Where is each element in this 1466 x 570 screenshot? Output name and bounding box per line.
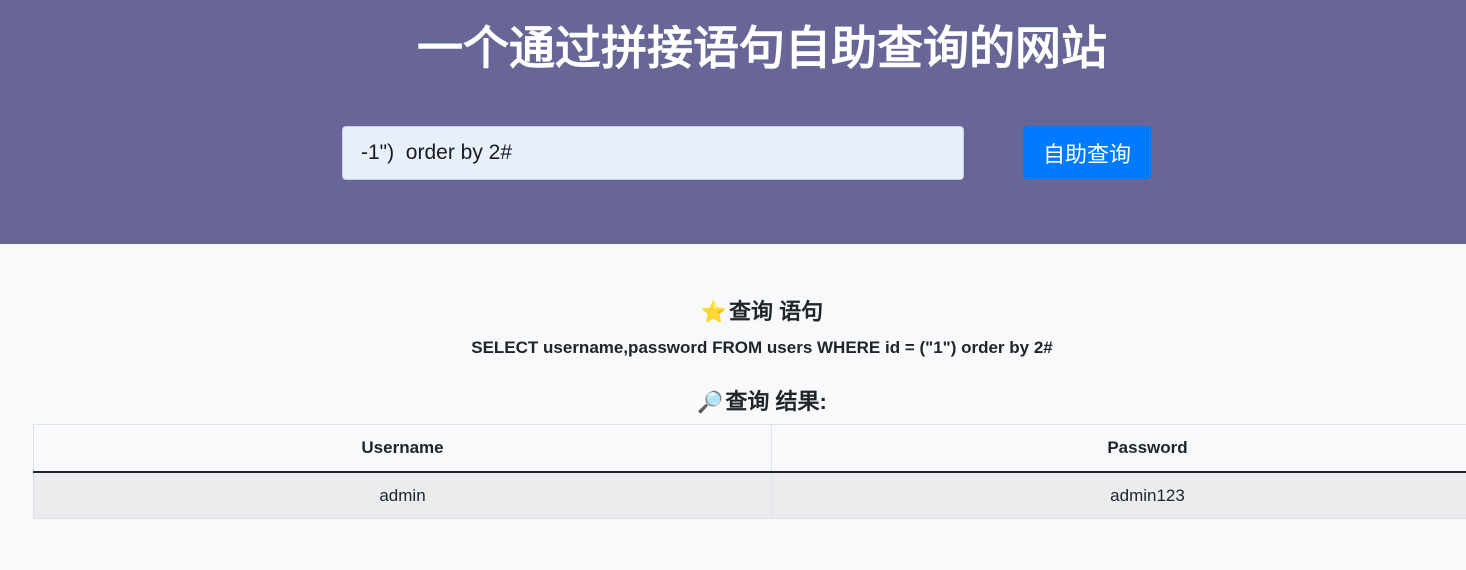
result-section-heading: 🔎查询 结果: [0,387,1466,418]
magnifier-icon: 🔎 [697,391,724,414]
result-section-title: 查询 结果: [725,389,827,414]
sql-section-title: 查询 语句 [729,299,824,324]
column-header-username: Username [33,424,772,473]
cell-password: admin123 [771,471,1466,519]
sql-section-heading: ⭐查询 语句 [0,297,1466,328]
site-title: 一个通过拼接语句自助查询的网站 [417,22,1107,74]
cell-username: admin [33,471,772,519]
page-header: 一个通过拼接语句自助查询的网站 自助查询 [0,0,1466,244]
results-table: Username Password admin admin123 [33,424,1466,519]
table-row: admin admin123 [33,471,1466,519]
self-query-button[interactable]: 自助查询 [1023,126,1151,179]
column-header-password: Password [771,424,1466,473]
star-icon: ⭐ [700,301,728,324]
sql-statement: SELECT username,password FROM users WHER… [471,338,1053,357]
table-header-row: Username Password [33,424,1466,473]
query-input[interactable] [342,126,964,180]
